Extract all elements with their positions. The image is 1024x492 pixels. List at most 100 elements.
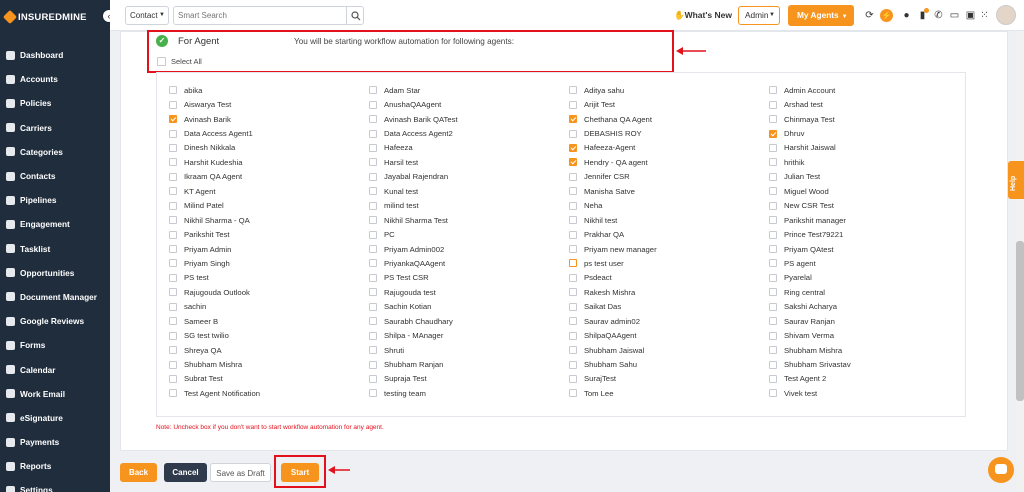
agent-item[interactable]: Parikshit manager: [769, 213, 969, 227]
agent-checkbox[interactable]: [369, 331, 377, 340]
agent-item[interactable]: Chethana QA Agent: [569, 112, 769, 126]
whats-new-link[interactable]: ✋What's New: [674, 10, 732, 21]
agent-item[interactable]: Shubham Ranjan: [369, 357, 569, 371]
save-draft-button[interactable]: Save as Draft: [210, 463, 271, 482]
agent-item[interactable]: Jennifer CSR: [569, 170, 769, 184]
agent-item[interactable]: Nikhil test: [569, 213, 769, 227]
agent-checkbox[interactable]: [169, 346, 177, 355]
back-button[interactable]: Back: [120, 463, 157, 482]
agent-item[interactable]: Milind Patel: [169, 199, 369, 213]
print-icon[interactable]: ▭: [949, 10, 960, 21]
agent-item[interactable]: abika: [169, 83, 369, 97]
agent-checkbox[interactable]: [769, 115, 777, 124]
agent-item[interactable]: Dinesh Nikkala: [169, 141, 369, 155]
sidebar-item-contacts[interactable]: Contacts: [0, 164, 110, 188]
agent-checkbox[interactable]: [569, 115, 577, 124]
agent-item[interactable]: Data Access Agent1: [169, 126, 369, 140]
agent-checkbox[interactable]: [569, 331, 577, 340]
agent-checkbox[interactable]: [569, 201, 577, 210]
agent-checkbox[interactable]: [369, 100, 377, 109]
agent-item[interactable]: Ring central: [769, 285, 969, 299]
agent-item[interactable]: Neha: [569, 199, 769, 213]
role-dropdown[interactable]: Admin ▼: [738, 6, 780, 25]
agent-item[interactable]: Psdeact: [569, 271, 769, 285]
agent-checkbox[interactable]: [169, 288, 177, 297]
agent-checkbox[interactable]: [369, 230, 377, 239]
my-agents-button[interactable]: My Agents ▼: [788, 5, 854, 26]
agent-item[interactable]: Harshit Kudeshia: [169, 155, 369, 169]
sidebar-item-forms[interactable]: Forms: [0, 333, 110, 357]
agent-checkbox[interactable]: [769, 317, 777, 326]
agent-item[interactable]: Nikhil Sharma - QA: [169, 213, 369, 227]
avatar[interactable]: [996, 5, 1016, 25]
agent-item[interactable]: Shreya QA: [169, 343, 369, 357]
agent-item[interactable]: Nikhil Sharma Test: [369, 213, 569, 227]
agent-item[interactable]: SG test twilio: [169, 328, 369, 342]
agent-checkbox[interactable]: [369, 245, 377, 254]
agent-checkbox[interactable]: [369, 374, 377, 383]
agent-item[interactable]: Sakshi Acharya: [769, 300, 969, 314]
agent-checkbox[interactable]: [369, 187, 377, 196]
sidebar-item-accounts[interactable]: Accounts: [0, 67, 110, 91]
sidebar-item-categories[interactable]: Categories: [0, 140, 110, 164]
agent-checkbox[interactable]: [369, 143, 377, 152]
agent-checkbox[interactable]: [169, 143, 177, 152]
agent-checkbox[interactable]: [569, 302, 577, 311]
sidebar-item-dashboard[interactable]: Dashboard: [0, 43, 110, 67]
agent-checkbox[interactable]: [769, 346, 777, 355]
agent-checkbox[interactable]: [769, 259, 777, 268]
agent-item[interactable]: SurajTest: [569, 372, 769, 386]
agent-item[interactable]: testing team: [369, 386, 569, 400]
scroll-thumb[interactable]: [1016, 241, 1024, 401]
agent-checkbox[interactable]: [769, 331, 777, 340]
agent-item[interactable]: Saikat Das: [569, 300, 769, 314]
app-logo[interactable]: INSUREDMINE: [2, 9, 105, 25]
agent-item[interactable]: Supraja Test: [369, 372, 569, 386]
agent-checkbox[interactable]: [769, 172, 777, 181]
agent-item[interactable]: Vivek test: [769, 386, 969, 400]
agent-checkbox[interactable]: [369, 302, 377, 311]
sidebar-item-carriers[interactable]: Carriers: [0, 116, 110, 140]
agent-item[interactable]: Hafeeza-Agent: [569, 141, 769, 155]
agent-item[interactable]: Priyam Singh: [169, 256, 369, 270]
agent-checkbox[interactable]: [369, 346, 377, 355]
sidebar-item-reports[interactable]: Reports: [0, 454, 110, 478]
agent-checkbox[interactable]: [169, 216, 177, 225]
agent-item[interactable]: PS test: [169, 271, 369, 285]
agent-item[interactable]: Test Agent 2: [769, 372, 969, 386]
agent-item[interactable]: Saurav Ranjan: [769, 314, 969, 328]
agent-checkbox[interactable]: [769, 143, 777, 152]
agent-checkbox[interactable]: [369, 115, 377, 124]
agent-checkbox[interactable]: [769, 230, 777, 239]
agent-checkbox[interactable]: [569, 86, 577, 95]
refresh-icon[interactable]: ⟳: [864, 10, 875, 21]
agent-checkbox[interactable]: [569, 245, 577, 254]
agent-item[interactable]: Shubham Srivastav: [769, 357, 969, 371]
agent-checkbox[interactable]: [169, 374, 177, 383]
sidebar-item-document-manager[interactable]: Document Manager: [0, 285, 110, 309]
sidebar-item-esignature[interactable]: eSignature: [0, 406, 110, 430]
agent-item[interactable]: Shilpa - MAnager: [369, 328, 569, 342]
agent-checkbox[interactable]: [769, 302, 777, 311]
agent-checkbox[interactable]: [369, 317, 377, 326]
help-tab[interactable]: Help: [1008, 161, 1024, 199]
agent-item[interactable]: Test Agent Notification: [169, 386, 369, 400]
agent-item[interactable]: Admin Account: [769, 83, 969, 97]
agent-item[interactable]: Sachin Kotian: [369, 300, 569, 314]
agent-item[interactable]: Pyarelal: [769, 271, 969, 285]
agent-item[interactable]: Tom Lee: [569, 386, 769, 400]
agent-checkbox[interactable]: [569, 317, 577, 326]
agent-checkbox[interactable]: [769, 100, 777, 109]
agent-item[interactable]: Avinash Barik: [169, 112, 369, 126]
agent-item[interactable]: New CSR Test: [769, 199, 969, 213]
agent-checkbox[interactable]: [169, 129, 177, 138]
agent-item[interactable]: Miguel Wood: [769, 184, 969, 198]
agent-item[interactable]: PC: [369, 227, 569, 241]
agent-item[interactable]: AnushaQAAgent: [369, 97, 569, 111]
agent-item[interactable]: Hafeeza: [369, 141, 569, 155]
agent-item[interactable]: Saurav admin02: [569, 314, 769, 328]
agent-checkbox[interactable]: [369, 86, 377, 95]
agent-item[interactable]: Jayabal Rajendran: [369, 170, 569, 184]
agent-checkbox[interactable]: [769, 389, 777, 398]
agent-checkbox[interactable]: [169, 302, 177, 311]
